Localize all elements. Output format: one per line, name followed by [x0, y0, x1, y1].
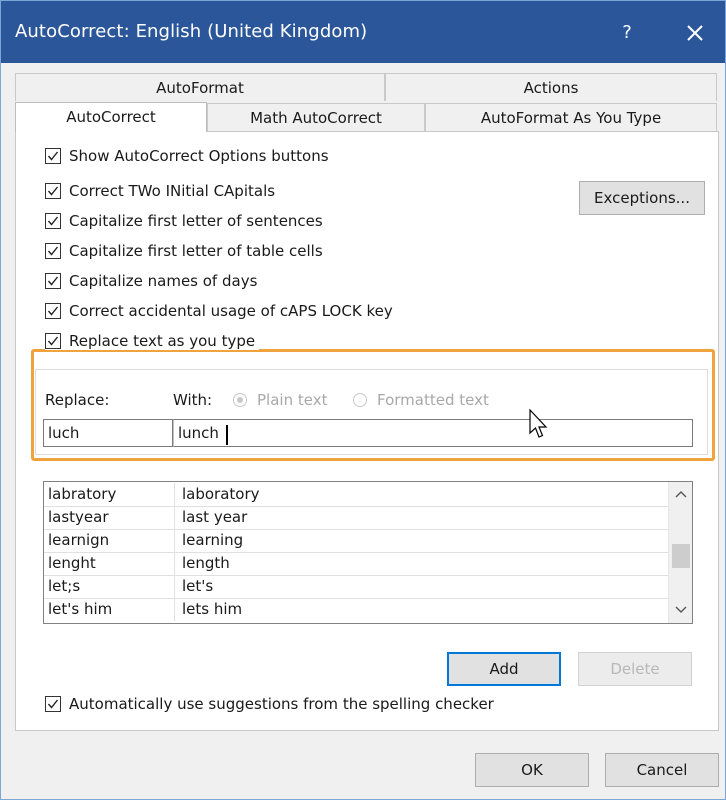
- column-divider: [174, 529, 175, 552]
- autocorrect-dialog: AutoCorrect: English (United Kingdom) ? …: [0, 0, 726, 800]
- entry-with: let's: [182, 577, 214, 595]
- list-item[interactable]: let's him lets him: [44, 598, 668, 621]
- mouse-pointer-icon: [529, 409, 548, 438]
- entry-replace: let;s: [48, 577, 81, 595]
- checkbox-checked: [45, 243, 61, 259]
- correct-two-initial-capitals-checkbox[interactable]: Correct TWo INitial CApitals: [45, 182, 275, 200]
- replace-text-label: Replace text as you type: [69, 332, 256, 350]
- tab-actions[interactable]: Actions: [385, 73, 717, 101]
- tab-autoformat-as-you-type[interactable]: AutoFormat As You Type: [425, 103, 717, 131]
- tab-strip: AutoFormat Actions AutoCorrect Math Auto…: [15, 73, 719, 133]
- list-item[interactable]: lastyear last year: [44, 506, 668, 530]
- scroll-up-icon[interactable]: [669, 482, 692, 506]
- capitalize-first-table-cell-checkbox[interactable]: Capitalize first letter of table cells: [45, 242, 323, 260]
- column-divider: [174, 506, 175, 529]
- checkbox-checked: [45, 696, 61, 712]
- with-input[interactable]: lunch: [173, 419, 693, 447]
- close-button[interactable]: [677, 15, 713, 51]
- capitalize-first-table-cell-label: Capitalize first letter of table cells: [69, 242, 323, 260]
- add-button[interactable]: Add: [447, 652, 561, 686]
- help-button[interactable]: ?: [613, 19, 641, 47]
- plain-text-label: Plain text: [257, 391, 328, 409]
- formatted-text-label: Formatted text: [377, 391, 489, 409]
- auto-suggestions-checkbox[interactable]: Automatically use suggestions from the s…: [45, 695, 494, 713]
- checkbox-checked: [45, 273, 61, 289]
- formatted-text-radio[interactable]: [353, 393, 367, 407]
- checkbox-checked: [45, 333, 61, 349]
- show-autocorrect-options-label: Show AutoCorrect Options buttons: [69, 147, 329, 165]
- list-item[interactable]: let;s let's: [44, 575, 668, 599]
- entry-with: last year: [182, 508, 248, 526]
- scroll-down-icon[interactable]: [669, 598, 692, 622]
- tab-autocorrect[interactable]: AutoCorrect: [15, 102, 207, 132]
- checkbox-checked: [45, 183, 61, 199]
- column-divider: [174, 552, 175, 575]
- dialog-title: AutoCorrect: English (United Kingdom): [15, 21, 368, 42]
- entry-with: learning: [182, 531, 244, 549]
- entry-replace: learnign: [48, 531, 110, 549]
- entry-replace: let's him: [48, 600, 113, 618]
- list-item[interactable]: lenght length: [44, 552, 668, 576]
- checkbox-checked: [45, 148, 61, 164]
- column-divider: [174, 598, 175, 621]
- with-label: With:: [173, 391, 213, 409]
- correct-two-initial-capitals-label: Correct TWo INitial CApitals: [69, 182, 276, 200]
- column-divider: [174, 483, 175, 506]
- scroll-thumb[interactable]: [672, 544, 690, 568]
- replace-text-checkbox[interactable]: Replace text as you type: [45, 332, 260, 350]
- entry-with: laboratory: [182, 485, 260, 503]
- checkbox-checked: [45, 303, 61, 319]
- delete-button[interactable]: Delete: [578, 652, 692, 686]
- checkbox-checked: [45, 213, 61, 229]
- plain-text-radio[interactable]: [233, 393, 247, 407]
- column-divider: [174, 575, 175, 598]
- replace-label: Replace:: [45, 391, 110, 409]
- capitalize-first-sentence-label: Capitalize first letter of sentences: [69, 212, 323, 230]
- list-scrollbar[interactable]: [668, 482, 692, 623]
- ok-button[interactable]: OK: [475, 753, 589, 787]
- entry-replace: lenght: [48, 554, 96, 572]
- text-caret: [226, 425, 228, 445]
- capitalize-days-checkbox[interactable]: Capitalize names of days: [45, 272, 257, 290]
- title-bar: AutoCorrect: English (United Kingdom) ?: [1, 1, 725, 63]
- close-icon: [687, 25, 703, 41]
- entry-replace: labratory: [48, 485, 117, 503]
- show-autocorrect-options-checkbox[interactable]: Show AutoCorrect Options buttons: [45, 147, 329, 165]
- caps-lock-checkbox[interactable]: Correct accidental usage of cAPS LOCK ke…: [45, 302, 393, 320]
- autocorrect-entries-list[interactable]: labratory laboratory lastyear last year …: [43, 481, 693, 624]
- tab-autoformat[interactable]: AutoFormat: [15, 73, 385, 101]
- caps-lock-label: Correct accidental usage of cAPS LOCK ke…: [69, 302, 393, 320]
- tab-math-autocorrect[interactable]: Math AutoCorrect: [207, 103, 425, 131]
- list-item[interactable]: labratory laboratory: [44, 483, 668, 507]
- capitalize-days-label: Capitalize names of days: [69, 272, 258, 290]
- list-item[interactable]: learnign learning: [44, 529, 668, 553]
- cancel-button[interactable]: Cancel: [605, 753, 719, 787]
- entry-with: lets him: [182, 600, 243, 618]
- exceptions-button[interactable]: Exceptions...: [579, 181, 705, 215]
- entry-with: length: [182, 554, 230, 572]
- entry-replace: lastyear: [48, 508, 109, 526]
- replace-input[interactable]: luch: [43, 419, 173, 447]
- capitalize-first-sentence-checkbox[interactable]: Capitalize first letter of sentences: [45, 212, 323, 230]
- auto-suggestions-label: Automatically use suggestions from the s…: [69, 695, 494, 713]
